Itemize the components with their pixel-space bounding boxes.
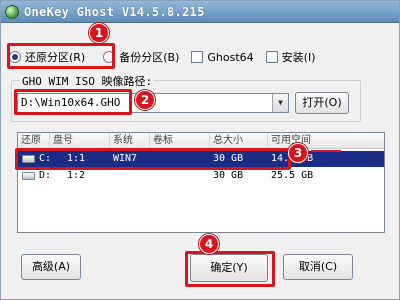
cancel-button[interactable]: 取消(C) <box>283 254 353 280</box>
table-row[interactable]: C: 1:1 WIN7 30 GB 14.6 GB <box>18 151 384 167</box>
restore-radio-option[interactable]: 还原分区(R) <box>9 49 85 65</box>
partition-label <box>150 151 153 167</box>
table-header: 还原 盘号 系统 卷标 总大小 可用空间 <box>18 133 384 149</box>
step-badge-2: 2 <box>135 90 155 110</box>
restore-label: 还原分区(R) <box>25 51 86 64</box>
annotation-line <box>311 150 341 152</box>
ok-button[interactable]: 确定(Y) <box>190 254 268 282</box>
table-row[interactable]: D: 1:2 30 GB 25.5 GB <box>18 168 384 184</box>
restore-radio[interactable] <box>9 51 21 63</box>
ghost64-checkbox[interactable] <box>191 51 204 63</box>
partition-number: 1:1 <box>67 153 86 164</box>
backup-radio-option[interactable]: 备份分区(B) <box>103 49 179 65</box>
column-header[interactable]: 卷标 <box>150 133 210 149</box>
partition-system: WIN7 <box>113 153 138 164</box>
app-icon <box>5 4 19 19</box>
combo-dropdown-arrow-icon[interactable]: ▼ <box>272 94 288 112</box>
step-badge-4: 4 <box>199 234 219 254</box>
column-header[interactable]: 盘号 <box>50 133 110 149</box>
install-label: 安装(I) <box>281 51 316 64</box>
backup-label: 备份分区(B) <box>119 51 180 64</box>
partition-table[interactable]: 还原 盘号 系统 卷标 总大小 可用空间 C: 1:1 WIN7 30 GB 1… <box>17 132 385 233</box>
partition-total: 30 GB <box>213 170 244 181</box>
hard-drive-icon <box>22 155 35 163</box>
partition-system <box>110 168 113 184</box>
mode-options: 还原分区(R) 备份分区(B) Ghost64 安装(I) <box>9 45 394 69</box>
partition-total: 30 GB <box>213 153 244 164</box>
open-button[interactable]: 打开(O) <box>295 92 349 114</box>
column-header[interactable]: 还原 <box>18 133 50 149</box>
drive-letter: C: <box>39 153 52 164</box>
column-header[interactable]: 可用空间 <box>268 133 384 149</box>
backup-radio[interactable] <box>103 51 116 63</box>
advanced-button[interactable]: 高级(A) <box>21 254 81 280</box>
column-header[interactable]: 总大小 <box>210 133 268 149</box>
install-checkbox-option[interactable]: 安装(I) <box>265 49 316 65</box>
partition-label <box>150 168 153 184</box>
image-path-group-label: GHO WIM ISO 映像路径: <box>20 73 155 89</box>
step-badge-3: 3 <box>288 143 308 163</box>
ghost64-checkbox-option[interactable]: Ghost64 <box>191 50 254 64</box>
window-title: OneKey Ghost V14.5.8.215 <box>24 4 205 19</box>
install-checkbox[interactable] <box>265 51 278 63</box>
image-path-value: D:\Win10x64.GHO <box>21 96 121 109</box>
column-header[interactable]: 系统 <box>110 133 150 149</box>
drive-letter: D: <box>39 170 52 181</box>
onekey-ghost-window: OneKey Ghost V14.5.8.215 还原分区(R) 备份分区(B)… <box>0 0 400 300</box>
hard-drive-icon <box>22 172 35 180</box>
step-badge-1: 1 <box>89 23 109 43</box>
ghost64-label: Ghost64 <box>207 50 254 64</box>
partition-number: 1:2 <box>67 170 86 181</box>
partition-free: 25.5 GB <box>271 170 314 181</box>
title-bar[interactable]: OneKey Ghost V14.5.8.215 <box>1 1 399 23</box>
